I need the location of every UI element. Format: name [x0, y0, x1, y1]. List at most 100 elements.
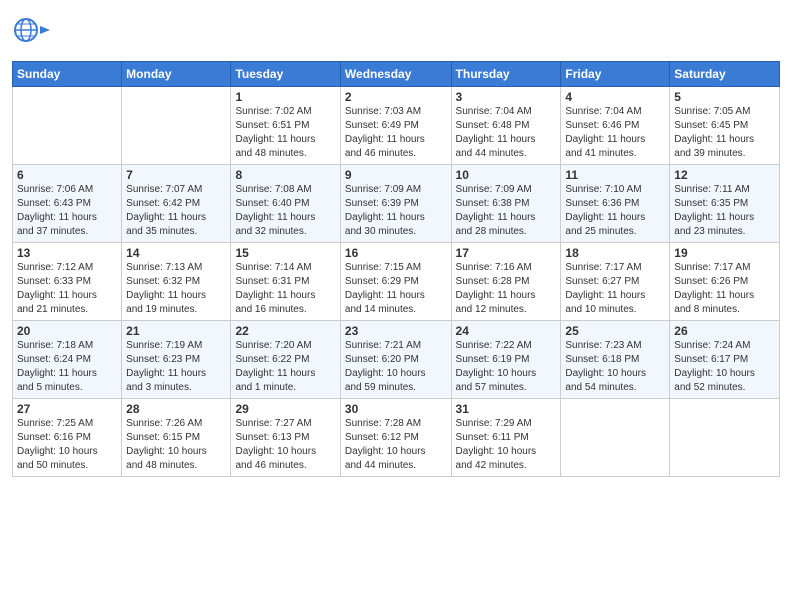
calendar-table: SundayMondayTuesdayWednesdayThursdayFrid…	[12, 61, 780, 477]
day-info: Sunrise: 7:18 AM Sunset: 6:24 PM Dayligh…	[17, 339, 117, 395]
column-header-saturday: Saturday	[670, 62, 780, 87]
day-info: Sunrise: 7:12 AM Sunset: 6:33 PM Dayligh…	[17, 261, 117, 317]
day-number: 20	[17, 324, 117, 338]
day-number: 6	[17, 168, 117, 182]
day-info: Sunrise: 7:16 AM Sunset: 6:28 PM Dayligh…	[456, 261, 557, 317]
calendar-cell: 26Sunrise: 7:24 AM Sunset: 6:17 PM Dayli…	[670, 321, 780, 399]
calendar-cell: 17Sunrise: 7:16 AM Sunset: 6:28 PM Dayli…	[451, 243, 561, 321]
calendar-header-row: SundayMondayTuesdayWednesdayThursdayFrid…	[13, 62, 780, 87]
day-info: Sunrise: 7:21 AM Sunset: 6:20 PM Dayligh…	[345, 339, 447, 395]
calendar-cell: 21Sunrise: 7:19 AM Sunset: 6:23 PM Dayli…	[122, 321, 231, 399]
calendar-cell	[13, 87, 122, 165]
calendar-cell: 5Sunrise: 7:05 AM Sunset: 6:45 PM Daylig…	[670, 87, 780, 165]
calendar-cell: 27Sunrise: 7:25 AM Sunset: 6:16 PM Dayli…	[13, 399, 122, 477]
calendar-cell: 10Sunrise: 7:09 AM Sunset: 6:38 PM Dayli…	[451, 165, 561, 243]
calendar-cell: 20Sunrise: 7:18 AM Sunset: 6:24 PM Dayli…	[13, 321, 122, 399]
day-info: Sunrise: 7:28 AM Sunset: 6:12 PM Dayligh…	[345, 417, 447, 473]
day-number: 25	[565, 324, 665, 338]
page: SundayMondayTuesdayWednesdayThursdayFrid…	[0, 0, 792, 612]
calendar-cell: 9Sunrise: 7:09 AM Sunset: 6:39 PM Daylig…	[340, 165, 451, 243]
day-number: 17	[456, 246, 557, 260]
day-info: Sunrise: 7:19 AM Sunset: 6:23 PM Dayligh…	[126, 339, 226, 395]
calendar-week-row: 1Sunrise: 7:02 AM Sunset: 6:51 PM Daylig…	[13, 87, 780, 165]
day-number: 30	[345, 402, 447, 416]
day-number: 22	[235, 324, 335, 338]
day-number: 26	[674, 324, 775, 338]
calendar-cell: 31Sunrise: 7:29 AM Sunset: 6:11 PM Dayli…	[451, 399, 561, 477]
logo	[12, 10, 56, 55]
calendar-cell	[122, 87, 231, 165]
day-number: 23	[345, 324, 447, 338]
day-info: Sunrise: 7:14 AM Sunset: 6:31 PM Dayligh…	[235, 261, 335, 317]
day-number: 19	[674, 246, 775, 260]
calendar-cell: 30Sunrise: 7:28 AM Sunset: 6:12 PM Dayli…	[340, 399, 451, 477]
day-number: 5	[674, 90, 775, 104]
day-info: Sunrise: 7:02 AM Sunset: 6:51 PM Dayligh…	[235, 105, 335, 161]
day-number: 27	[17, 402, 117, 416]
column-header-thursday: Thursday	[451, 62, 561, 87]
day-number: 31	[456, 402, 557, 416]
day-info: Sunrise: 7:05 AM Sunset: 6:45 PM Dayligh…	[674, 105, 775, 161]
day-number: 4	[565, 90, 665, 104]
day-number: 21	[126, 324, 226, 338]
day-info: Sunrise: 7:27 AM Sunset: 6:13 PM Dayligh…	[235, 417, 335, 473]
day-info: Sunrise: 7:08 AM Sunset: 6:40 PM Dayligh…	[235, 183, 335, 239]
day-info: Sunrise: 7:29 AM Sunset: 6:11 PM Dayligh…	[456, 417, 557, 473]
calendar-cell: 24Sunrise: 7:22 AM Sunset: 6:19 PM Dayli…	[451, 321, 561, 399]
day-number: 7	[126, 168, 226, 182]
calendar-cell: 11Sunrise: 7:10 AM Sunset: 6:36 PM Dayli…	[561, 165, 670, 243]
day-info: Sunrise: 7:06 AM Sunset: 6:43 PM Dayligh…	[17, 183, 117, 239]
calendar-cell: 18Sunrise: 7:17 AM Sunset: 6:27 PM Dayli…	[561, 243, 670, 321]
day-number: 9	[345, 168, 447, 182]
calendar-week-row: 27Sunrise: 7:25 AM Sunset: 6:16 PM Dayli…	[13, 399, 780, 477]
calendar-cell: 19Sunrise: 7:17 AM Sunset: 6:26 PM Dayli…	[670, 243, 780, 321]
day-number: 16	[345, 246, 447, 260]
day-number: 1	[235, 90, 335, 104]
day-info: Sunrise: 7:04 AM Sunset: 6:46 PM Dayligh…	[565, 105, 665, 161]
calendar-cell: 16Sunrise: 7:15 AM Sunset: 6:29 PM Dayli…	[340, 243, 451, 321]
calendar-cell: 14Sunrise: 7:13 AM Sunset: 6:32 PM Dayli…	[122, 243, 231, 321]
day-info: Sunrise: 7:24 AM Sunset: 6:17 PM Dayligh…	[674, 339, 775, 395]
calendar-cell: 7Sunrise: 7:07 AM Sunset: 6:42 PM Daylig…	[122, 165, 231, 243]
day-number: 11	[565, 168, 665, 182]
day-info: Sunrise: 7:15 AM Sunset: 6:29 PM Dayligh…	[345, 261, 447, 317]
column-header-wednesday: Wednesday	[340, 62, 451, 87]
day-info: Sunrise: 7:04 AM Sunset: 6:48 PM Dayligh…	[456, 105, 557, 161]
day-info: Sunrise: 7:17 AM Sunset: 6:27 PM Dayligh…	[565, 261, 665, 317]
column-header-tuesday: Tuesday	[231, 62, 340, 87]
calendar-cell: 12Sunrise: 7:11 AM Sunset: 6:35 PM Dayli…	[670, 165, 780, 243]
day-info: Sunrise: 7:09 AM Sunset: 6:38 PM Dayligh…	[456, 183, 557, 239]
calendar-cell: 4Sunrise: 7:04 AM Sunset: 6:46 PM Daylig…	[561, 87, 670, 165]
calendar-cell: 25Sunrise: 7:23 AM Sunset: 6:18 PM Dayli…	[561, 321, 670, 399]
calendar-cell: 2Sunrise: 7:03 AM Sunset: 6:49 PM Daylig…	[340, 87, 451, 165]
day-info: Sunrise: 7:10 AM Sunset: 6:36 PM Dayligh…	[565, 183, 665, 239]
day-number: 18	[565, 246, 665, 260]
day-info: Sunrise: 7:17 AM Sunset: 6:26 PM Dayligh…	[674, 261, 775, 317]
calendar-cell	[561, 399, 670, 477]
day-number: 12	[674, 168, 775, 182]
calendar-cell: 8Sunrise: 7:08 AM Sunset: 6:40 PM Daylig…	[231, 165, 340, 243]
day-number: 3	[456, 90, 557, 104]
day-info: Sunrise: 7:20 AM Sunset: 6:22 PM Dayligh…	[235, 339, 335, 395]
calendar-cell: 23Sunrise: 7:21 AM Sunset: 6:20 PM Dayli…	[340, 321, 451, 399]
column-header-monday: Monday	[122, 62, 231, 87]
day-info: Sunrise: 7:11 AM Sunset: 6:35 PM Dayligh…	[674, 183, 775, 239]
calendar-cell: 13Sunrise: 7:12 AM Sunset: 6:33 PM Dayli…	[13, 243, 122, 321]
day-number: 10	[456, 168, 557, 182]
calendar-cell: 28Sunrise: 7:26 AM Sunset: 6:15 PM Dayli…	[122, 399, 231, 477]
calendar-week-row: 6Sunrise: 7:06 AM Sunset: 6:43 PM Daylig…	[13, 165, 780, 243]
day-info: Sunrise: 7:13 AM Sunset: 6:32 PM Dayligh…	[126, 261, 226, 317]
day-info: Sunrise: 7:23 AM Sunset: 6:18 PM Dayligh…	[565, 339, 665, 395]
day-info: Sunrise: 7:25 AM Sunset: 6:16 PM Dayligh…	[17, 417, 117, 473]
day-number: 15	[235, 246, 335, 260]
calendar-cell: 15Sunrise: 7:14 AM Sunset: 6:31 PM Dayli…	[231, 243, 340, 321]
calendar-cell: 1Sunrise: 7:02 AM Sunset: 6:51 PM Daylig…	[231, 87, 340, 165]
calendar-cell: 6Sunrise: 7:06 AM Sunset: 6:43 PM Daylig…	[13, 165, 122, 243]
day-number: 28	[126, 402, 226, 416]
day-number: 29	[235, 402, 335, 416]
column-header-sunday: Sunday	[13, 62, 122, 87]
day-number: 14	[126, 246, 226, 260]
calendar-cell: 29Sunrise: 7:27 AM Sunset: 6:13 PM Dayli…	[231, 399, 340, 477]
day-number: 24	[456, 324, 557, 338]
calendar-week-row: 13Sunrise: 7:12 AM Sunset: 6:33 PM Dayli…	[13, 243, 780, 321]
